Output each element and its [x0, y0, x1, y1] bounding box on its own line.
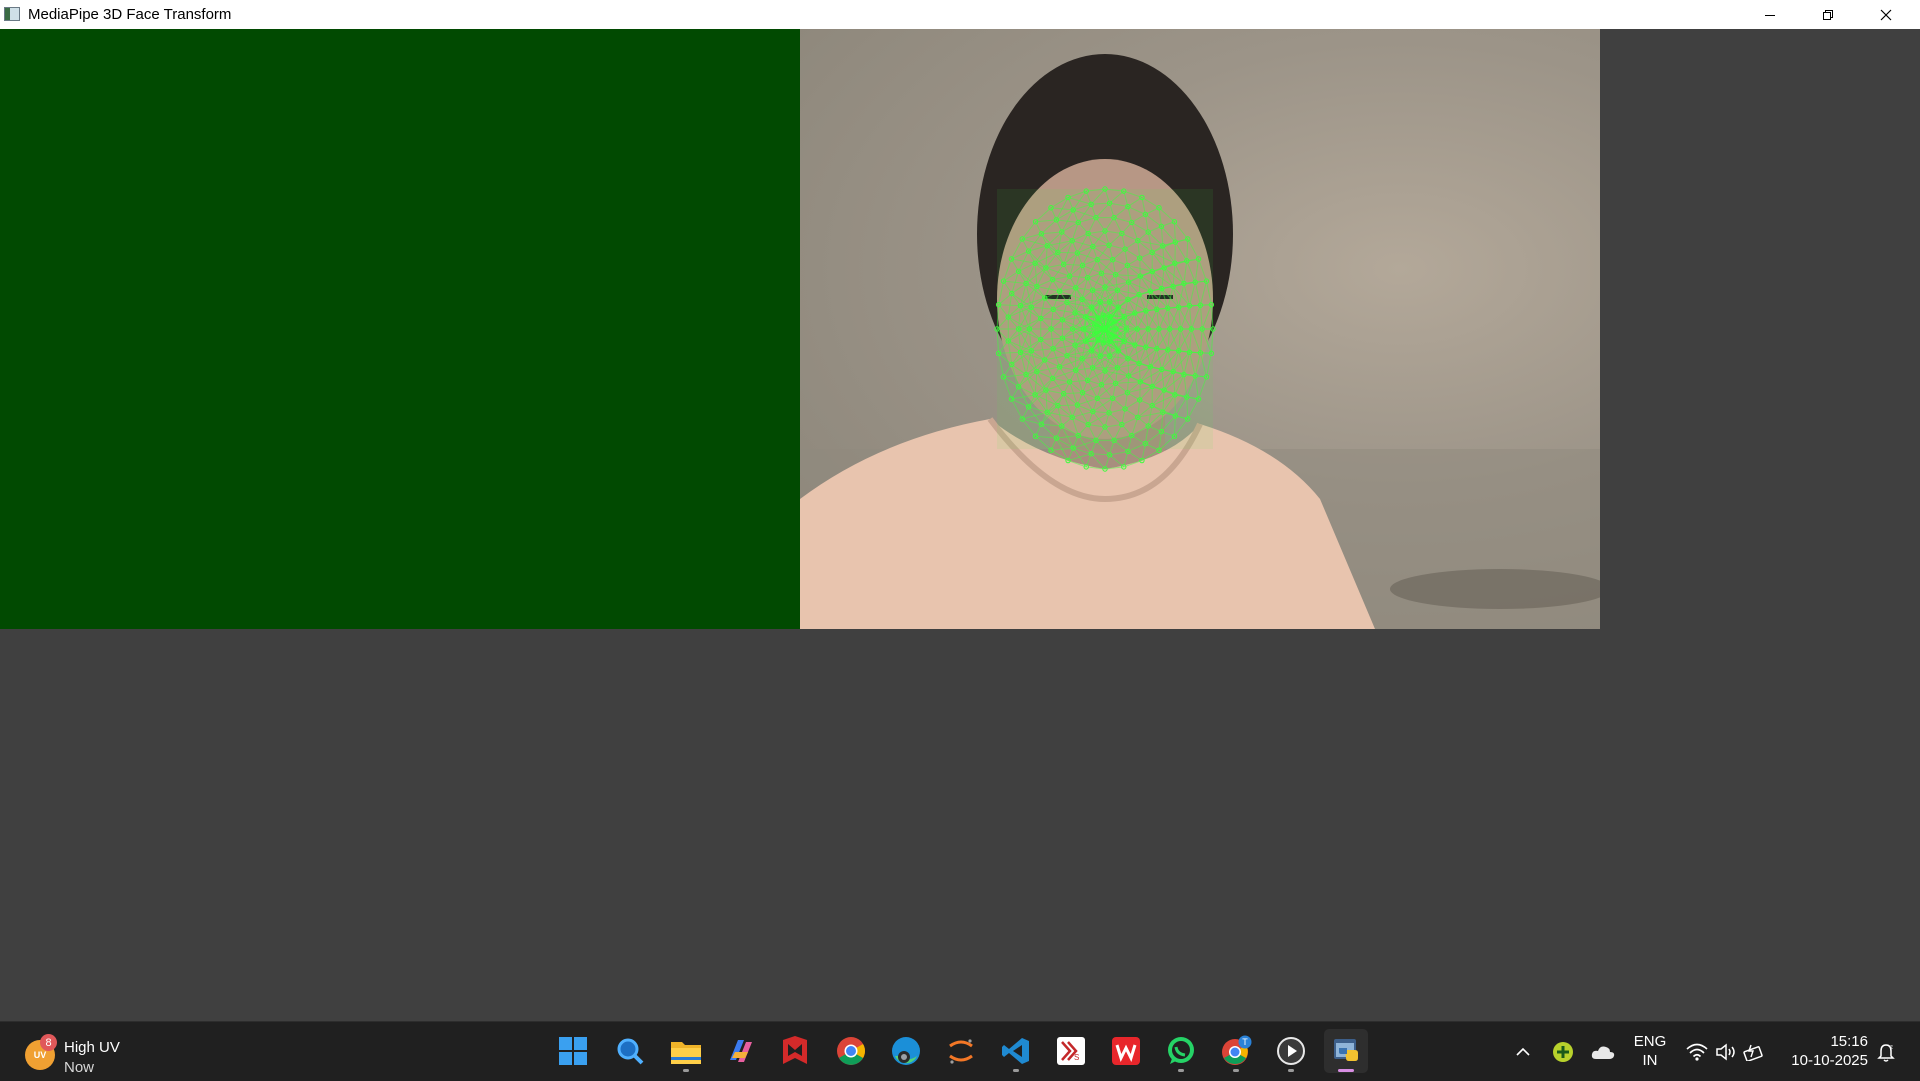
cloud-icon	[1591, 1044, 1615, 1060]
start-button[interactable]	[551, 1029, 595, 1073]
vscode-button[interactable]	[994, 1029, 1038, 1073]
mesh-edge	[1140, 382, 1141, 400]
search-icon	[615, 1036, 645, 1066]
speaker-icon	[1715, 1043, 1737, 1061]
notification-badge: 8	[40, 1034, 57, 1051]
file-explorer-icon	[670, 1037, 702, 1065]
face-mesh-overlay	[995, 187, 1215, 471]
minimize-button[interactable]	[1741, 0, 1799, 29]
wps-office-button[interactable]	[1104, 1029, 1148, 1073]
app-window-icon	[4, 7, 20, 21]
notifications-button[interactable]: z	[1872, 1022, 1900, 1081]
restore-button[interactable]	[1799, 0, 1857, 29]
app-client-area	[0, 29, 1920, 1021]
clock-date: 10-10-2025	[1770, 1051, 1868, 1070]
plus-circle-icon	[1552, 1041, 1574, 1063]
language-code: ENG	[1622, 1032, 1678, 1051]
jupyter-icon	[946, 1036, 976, 1066]
edge-icon	[891, 1036, 921, 1066]
edge-button[interactable]	[884, 1029, 928, 1073]
onedrive-button[interactable]	[1588, 1022, 1618, 1081]
kicad-button[interactable]: S	[1049, 1029, 1093, 1073]
mesh-edge	[1075, 345, 1076, 370]
webcam-image	[800, 29, 1600, 629]
mesh-edge	[1140, 258, 1141, 276]
weather-subtitle: Now	[64, 1059, 94, 1076]
chrome-button[interactable]	[829, 1029, 873, 1073]
jupyter-button[interactable]	[939, 1029, 983, 1073]
window-title: MediaPipe 3D Face Transform	[28, 6, 231, 23]
title-bar: MediaPipe 3D Face Transform	[0, 0, 1920, 30]
wifi-icon	[1686, 1043, 1708, 1061]
chevron-up-icon	[1516, 1047, 1530, 1057]
mcafee-icon	[781, 1036, 809, 1066]
webcam-feed	[800, 29, 1600, 629]
copilot-button[interactable]	[719, 1029, 763, 1073]
weather-title: High UV	[64, 1039, 120, 1056]
input-language-indicator[interactable]: ENG IN	[1622, 1032, 1678, 1070]
restore-icon	[1822, 9, 1834, 21]
search-button[interactable]	[608, 1029, 652, 1073]
whatsapp-button[interactable]	[1159, 1029, 1203, 1073]
svg-text:S: S	[1074, 1053, 1079, 1062]
copilot-icon	[726, 1036, 756, 1066]
vscode-icon	[1001, 1036, 1031, 1066]
taskbar: UV 8 High UV Now S T	[0, 1021, 1920, 1081]
system-clock[interactable]: 15:16 10-10-2025	[1770, 1032, 1868, 1070]
bell-icon: z	[1876, 1042, 1896, 1062]
tray-app-button[interactable]	[1548, 1022, 1578, 1081]
close-icon	[1880, 9, 1892, 21]
wps-office-icon	[1111, 1036, 1141, 1066]
volume-status[interactable]	[1712, 1022, 1740, 1081]
chrome-icon	[836, 1036, 866, 1066]
battery-charging-icon	[1743, 1043, 1765, 1061]
mcafee-button[interactable]	[773, 1029, 817, 1073]
start-icon	[558, 1036, 588, 1066]
region-code: IN	[1622, 1051, 1678, 1070]
media-player-icon	[1276, 1036, 1306, 1066]
svg-text:T: T	[1242, 1037, 1248, 1047]
whatsapp-icon	[1166, 1036, 1196, 1066]
chrome-profile-button[interactable]: T	[1214, 1029, 1258, 1073]
wifi-status[interactable]	[1682, 1022, 1712, 1081]
face-transform-canvas	[0, 29, 800, 629]
svg-text:z: z	[1890, 1045, 1893, 1051]
media-player-button[interactable]	[1269, 1029, 1313, 1073]
minimize-icon	[1764, 9, 1776, 21]
mesh-edge	[1058, 252, 1078, 253]
close-button[interactable]	[1857, 0, 1915, 29]
chrome-profile-icon: T	[1220, 1035, 1252, 1067]
show-hidden-icons-button[interactable]	[1508, 1022, 1538, 1081]
python-app-button[interactable]	[1324, 1029, 1368, 1073]
python-icon	[1331, 1036, 1361, 1066]
battery-status[interactable]	[1740, 1022, 1768, 1081]
file-explorer-button[interactable]	[664, 1029, 708, 1073]
kicad-icon: S	[1056, 1036, 1086, 1066]
weather-widget[interactable]: UV 8 High UV Now	[22, 1030, 172, 1074]
clock-time: 15:16	[1770, 1032, 1868, 1051]
